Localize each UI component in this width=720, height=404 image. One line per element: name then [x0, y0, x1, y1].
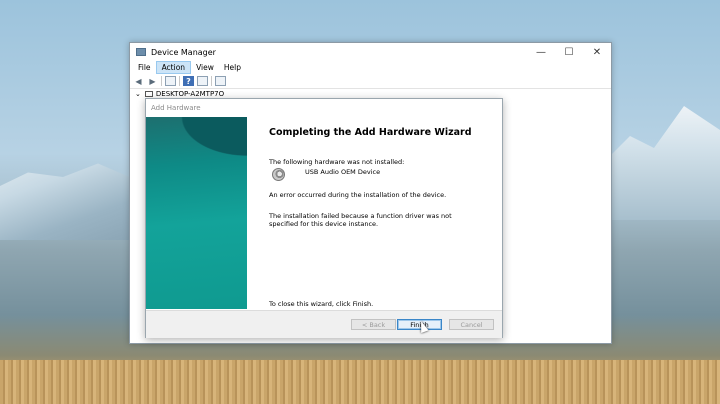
- dialog-title: Add Hardware: [151, 103, 201, 112]
- error-text: An error occurred during the installatio…: [269, 191, 447, 199]
- menu-bar: File Action View Help: [130, 61, 611, 74]
- device-name: USB Audio OEM Device: [305, 167, 381, 176]
- toolbar-separator: [161, 76, 162, 86]
- toolbar-separator: [211, 76, 212, 86]
- background-mountains-right: [600, 106, 720, 220]
- intro-text: The following hardware was not installed…: [269, 158, 405, 166]
- view-icon[interactable]: [197, 76, 208, 86]
- wizard-content: Completing the Add Hardware Wizard The f…: [269, 117, 494, 308]
- background-mountains-left: [0, 163, 140, 240]
- menu-action[interactable]: Action: [155, 61, 192, 74]
- menu-view[interactable]: View: [191, 62, 219, 73]
- wizard-button-bar: < Back Finish Cancel: [146, 310, 502, 338]
- back-button[interactable]: < Back: [351, 319, 396, 330]
- forward-arrow-icon[interactable]: ▶: [147, 76, 158, 86]
- add-hardware-dialog: Add Hardware Completing the Add Hardware…: [145, 98, 503, 338]
- maximize-button[interactable]: ☐: [555, 43, 583, 61]
- properties-icon[interactable]: [165, 76, 176, 86]
- background-field: [0, 360, 720, 404]
- window-title: Device Manager: [151, 47, 216, 57]
- help-icon[interactable]: ?: [183, 76, 194, 86]
- failure-text-line1: The installation failed because a functi…: [269, 212, 452, 220]
- cancel-button[interactable]: Cancel: [449, 319, 494, 330]
- toolbar: ◀ ▶ ?: [130, 74, 611, 89]
- close-button[interactable]: ✕: [583, 43, 611, 61]
- toolbar-separator: [179, 76, 180, 86]
- menu-help[interactable]: Help: [219, 62, 246, 73]
- wizard-side-banner: [146, 117, 247, 309]
- speaker-icon: [272, 168, 285, 181]
- close-hint: To close this wizard, click Finish.: [269, 300, 374, 308]
- device-tree-root[interactable]: ⌄ DESKTOP-A2MTP7O: [130, 89, 611, 98]
- device-manager-icon: [136, 48, 146, 56]
- menu-file[interactable]: File: [133, 62, 156, 73]
- device-row: USB Audio OEM Device: [269, 168, 494, 181]
- back-arrow-icon[interactable]: ◀: [133, 76, 144, 86]
- tree-root-label: DESKTOP-A2MTP7O: [155, 89, 225, 98]
- device-manager-titlebar: Device Manager — ☐ ✕: [130, 43, 611, 61]
- minimize-button[interactable]: —: [527, 43, 555, 61]
- computer-icon: [144, 90, 153, 97]
- chevron-down-icon[interactable]: ⌄: [135, 90, 141, 98]
- scan-hardware-icon[interactable]: [215, 76, 226, 86]
- wizard-heading: Completing the Add Hardware Wizard: [269, 127, 472, 138]
- failure-text-line2: specified for this device instance.: [269, 220, 379, 228]
- banner-arc: [146, 117, 247, 177]
